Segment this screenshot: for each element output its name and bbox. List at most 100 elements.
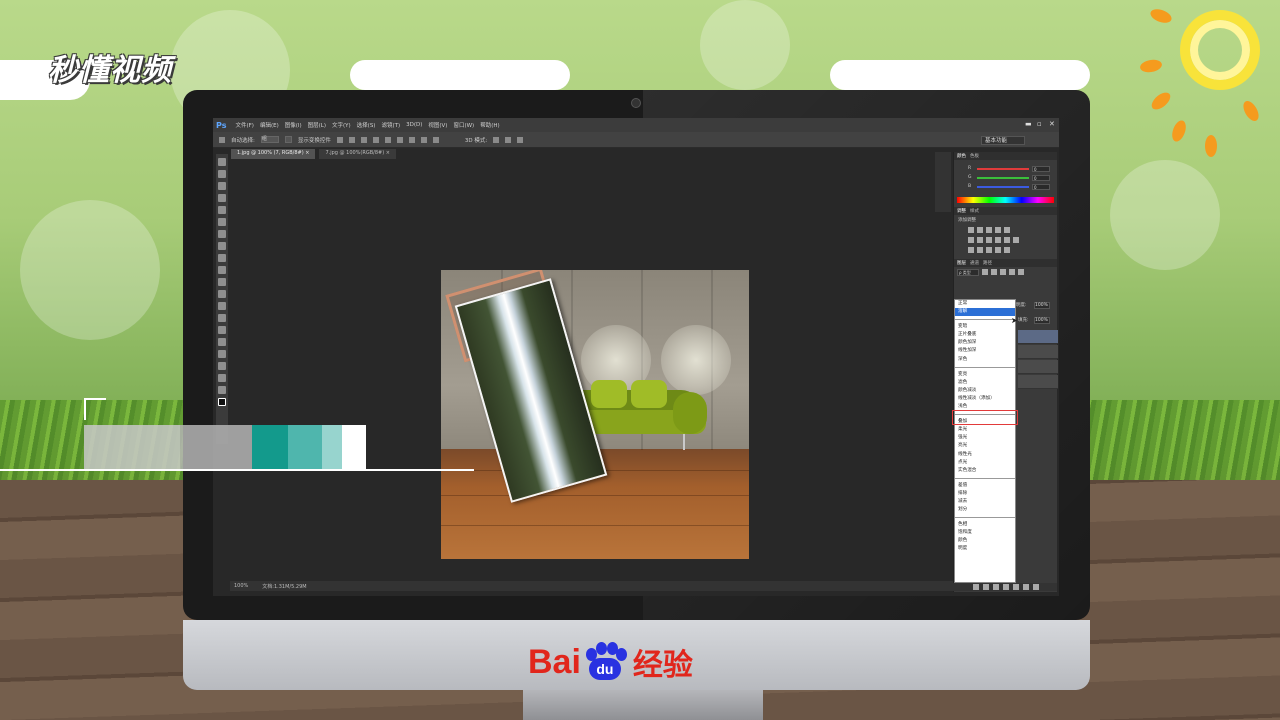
blend-mode-option[interactable]: 实色混合 [955,467,1015,475]
menu-type[interactable]: 文字(Y) [329,121,354,129]
blend-mode-option[interactable]: 线性加深 [955,347,1015,355]
layer-row-background[interactable] [1018,375,1058,389]
gradient-tool-icon[interactable] [218,290,226,298]
shape-tool-icon[interactable] [218,362,226,370]
blend-mode-option[interactable]: 变亮 [955,371,1015,379]
filter-adjust-icon[interactable] [991,269,997,275]
channel-r-slider[interactable] [977,167,1029,170]
eraser-tool-icon[interactable] [218,278,226,286]
doc-tab-1[interactable]: 1.jpg @ 100% (7, RGB/8#) × [231,149,316,159]
blend-mode-option[interactable]: 排除 [955,490,1015,498]
blend-mode-option[interactable]: 滤色 [955,379,1015,387]
doc-tab-7[interactable]: 7.jpg @ 100%(RGB/8#) × [319,149,396,159]
collapsed-panel-icons[interactable] [935,152,951,212]
zoom-tool-icon[interactable] [218,386,226,394]
exposure-icon[interactable] [995,227,1001,233]
menu-layer[interactable]: 图层(L) [305,121,329,129]
history-brush-icon[interactable] [218,266,226,274]
type-tool-icon[interactable] [218,338,226,346]
move-tool-icon[interactable] [219,136,225,143]
brush-tool-icon[interactable] [218,242,226,250]
stamp-tool-icon[interactable] [218,254,226,262]
blend-mode-option[interactable]: 减去 [955,498,1015,506]
channel-r-value[interactable]: 0 [1032,165,1050,172]
posterize-icon[interactable] [977,247,983,253]
distribute-icon[interactable] [420,136,427,143]
blend-mode-option[interactable]: 差值 [955,482,1015,490]
tab-adjustments[interactable]: 调整 [957,208,966,214]
menu-window[interactable]: 窗口(W) [450,121,477,129]
tab-paths[interactable]: 路径 [983,260,992,266]
marquee-tool-icon[interactable] [218,170,226,178]
lasso-tool-icon[interactable] [218,182,226,190]
trash-icon[interactable] [1033,584,1039,590]
levels-icon[interactable] [977,227,983,233]
layer-row[interactable] [1018,345,1058,359]
auto-select-dropdown[interactable]: 组 [260,136,279,143]
distribute-icon[interactable] [408,136,415,143]
selective-color-icon[interactable] [995,247,1001,253]
quick-select-tool-icon[interactable] [218,194,226,202]
vibrance-icon[interactable] [1004,227,1010,233]
auto-select-label[interactable]: 自动选择: [231,136,255,144]
hand-tool-icon[interactable] [218,374,226,382]
filter-pixel-icon[interactable] [982,269,988,275]
hue-sat-icon[interactable] [968,237,974,243]
color-lookup-icon[interactable] [1013,237,1019,243]
fx-icon[interactable] [983,584,989,590]
blend-mode-option[interactable]: 点光 [955,459,1015,467]
link-layers-icon[interactable] [973,584,979,590]
invert-icon[interactable] [968,247,974,253]
channel-g-slider[interactable] [977,176,1029,179]
blur-tool-icon[interactable] [218,302,226,310]
menu-edit[interactable]: 编辑(E) [257,121,282,129]
align-bottom-icon[interactable] [360,136,367,143]
curves-icon[interactable] [986,227,992,233]
color-swatch-icon[interactable] [218,398,226,406]
layer-row-selected[interactable] [1018,330,1058,344]
filter-shape-icon[interactable] [1009,269,1015,275]
group-icon[interactable] [1013,584,1019,590]
mask-icon[interactable] [993,584,999,590]
filter-smart-icon[interactable] [1018,269,1024,275]
filter-type-icon[interactable] [1000,269,1006,275]
blend-mode-option[interactable]: 柔光 [955,426,1015,434]
menu-select[interactable]: 选择(S) [354,121,379,129]
path-select-icon[interactable] [218,350,226,358]
menu-help[interactable]: 帮助(H) [477,121,502,129]
eyedropper-tool-icon[interactable] [218,218,226,226]
channel-mixer-icon[interactable] [1004,237,1010,243]
menu-image[interactable]: 图像(I) [282,121,305,129]
blend-mode-option[interactable]: 饱和度 [955,529,1015,537]
channel-b-slider[interactable] [977,185,1029,188]
threshold-icon[interactable] [986,247,992,253]
show-transform-checkbox[interactable] [284,136,292,143]
align-middle-icon[interactable] [348,136,355,143]
opacity-value[interactable]: 100% [1034,302,1050,309]
blend-mode-option[interactable]: 明度 [955,545,1015,553]
tab-styles[interactable]: 样式 [970,208,979,214]
adjust-layer-icon[interactable] [1003,584,1009,590]
pen-tool-icon[interactable] [218,326,226,334]
layer-row[interactable] [1018,360,1058,374]
healing-tool-icon[interactable] [218,230,226,238]
align-center-icon[interactable] [384,136,391,143]
align-left-icon[interactable] [372,136,379,143]
fill-value[interactable]: 100% [1034,317,1050,324]
blend-mode-option[interactable]: 颜色减淡 [955,387,1015,395]
layer-kind-filter[interactable]: ρ 类型 [957,268,979,276]
3d-pan-icon[interactable] [505,136,512,143]
tab-layers[interactable]: 图层 [957,260,966,266]
blend-mode-option[interactable]: 深色 [955,356,1015,364]
restore-icon[interactable]: ▫ [1037,120,1042,128]
canvas-area[interactable] [230,160,953,581]
gradient-map-icon[interactable] [1004,247,1010,253]
menu-3d[interactable]: 3D(D) [403,122,425,128]
close-icon[interactable]: ✕ [1049,120,1055,128]
minimize-icon[interactable]: ▬ [1025,120,1032,128]
tab-swatches[interactable]: 色板 [970,153,979,159]
blend-mode-option[interactable]: 正片叠底 [955,331,1015,339]
dodge-tool-icon[interactable] [218,314,226,322]
crop-tool-icon[interactable] [218,206,226,214]
blend-mode-option[interactable]: 颜色加深 [955,339,1015,347]
